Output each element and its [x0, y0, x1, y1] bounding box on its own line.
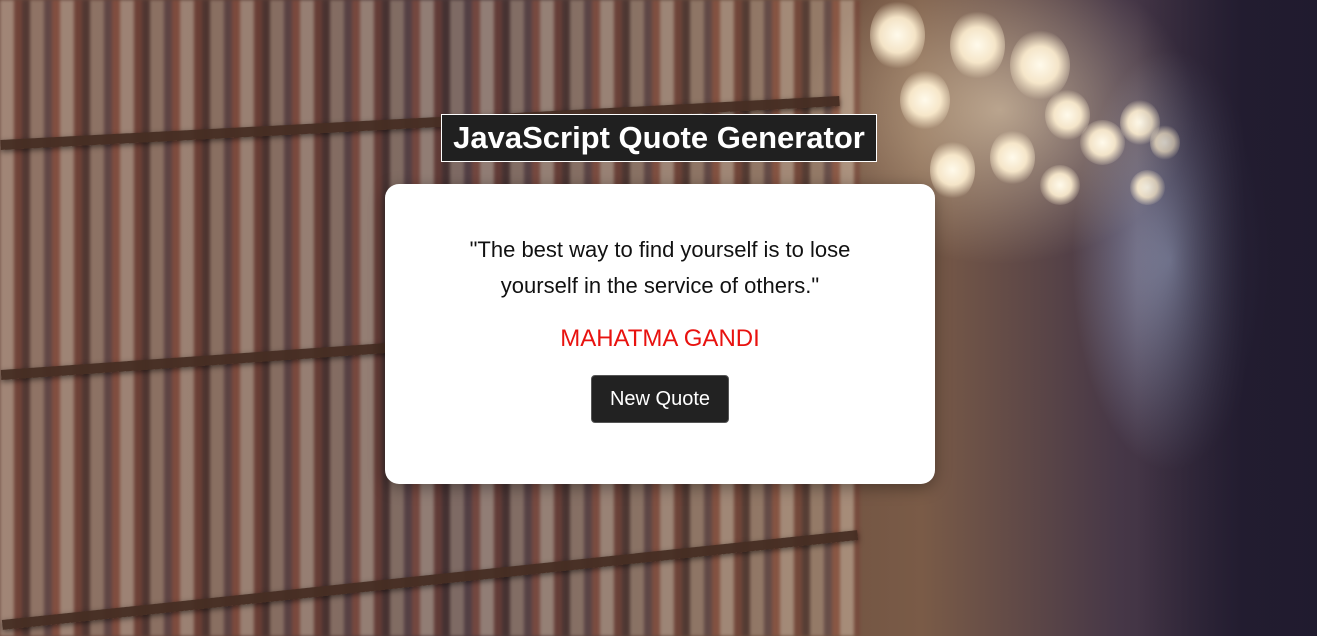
quote-text: "The best way to find yourself is to los…: [469, 237, 851, 298]
light-bulb: [900, 70, 950, 130]
light-bulb: [1010, 30, 1070, 100]
page-title: JavaScript Quote Generator: [441, 114, 877, 162]
light-bulb: [990, 130, 1035, 185]
quote-author: MAHATMA GANDI: [560, 325, 760, 352]
light-bulb: [870, 0, 925, 70]
light-bulb: [1040, 165, 1080, 205]
light-bulb: [930, 140, 975, 200]
background-shadow: [1137, 0, 1317, 636]
new-quote-button[interactable]: New Quote: [591, 375, 729, 423]
light-bulb: [950, 10, 1005, 80]
light-bulb: [1080, 120, 1125, 165]
quote-card: "The best way to find yourself is to los…: [385, 184, 935, 484]
